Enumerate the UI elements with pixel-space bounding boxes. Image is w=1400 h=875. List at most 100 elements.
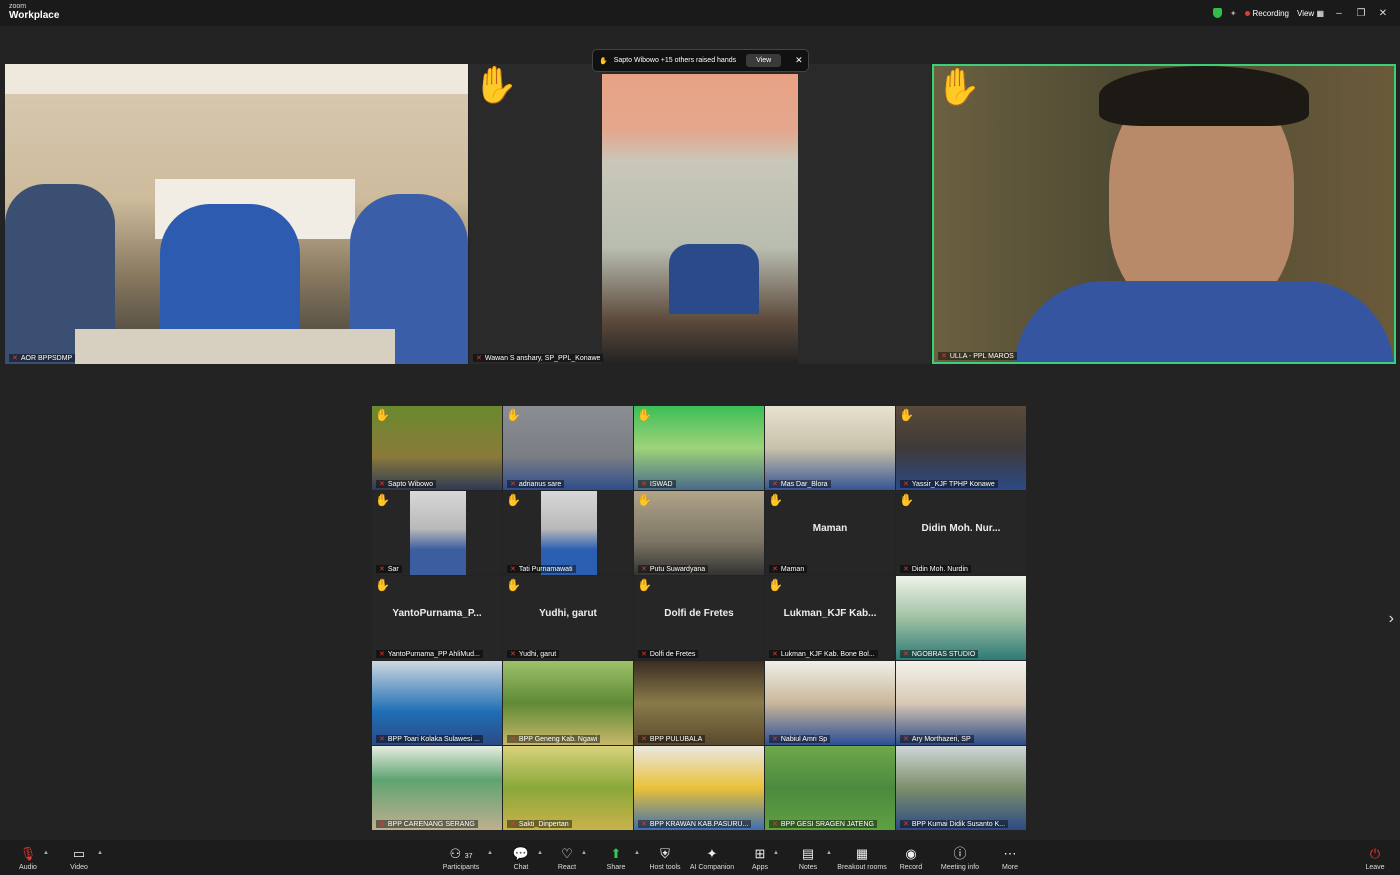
gallery-video-tile[interactable]: Yudhi, garut ✋ ✕ Yudhi, garut <box>503 576 633 660</box>
minimize-icon[interactable]: – <box>1332 8 1346 19</box>
participant-name: ✕ Nabiul Amri Sp <box>769 735 831 743</box>
participant-name-text: adrianus sare <box>518 481 562 488</box>
video-content <box>410 491 466 575</box>
gallery-video-tile[interactable]: ✕ BPP CARENANG SERANG <box>372 746 502 830</box>
gallery-video-tile[interactable]: ✋ ✕ Tati Purnamawati <box>503 491 633 575</box>
muted-mic-icon: ✕ <box>510 821 516 828</box>
gallery-video-tile[interactable]: ✋ ✕ Yassir_KJF TPHP Konawe <box>896 406 1026 490</box>
video-content <box>541 491 597 575</box>
next-page-icon[interactable]: › <box>1389 610 1394 628</box>
participant-name-text: YantoPurnama_PP AhliMud... <box>387 651 480 658</box>
muted-mic-icon: ✕ <box>476 355 482 362</box>
participant-name-text: BPP Kumai Didik Susanto K... <box>911 821 1006 828</box>
gallery-video-tile[interactable]: ✕ BPP Geneng Kab. Ngawi <box>503 661 633 745</box>
raised-hand-icon: ✋ <box>506 493 521 507</box>
encryption-shield-icon[interactable] <box>1212 8 1222 18</box>
muted-mic-icon: ✕ <box>12 355 18 362</box>
muted-mic-icon: ✕ <box>510 481 516 488</box>
brand-big: Workplace <box>9 10 60 21</box>
participant-name-text: Sar <box>387 566 399 573</box>
participant-name-text: Nabiul Amri Sp <box>780 736 828 743</box>
participant-name-text: BPP GESI SRAGEN JATENG <box>780 821 874 828</box>
gallery-video-tile[interactable]: ✕ Ary Morthazeri, SP <box>896 661 1026 745</box>
participant-name: ✕ BPP CARENANG SERANG <box>376 820 478 828</box>
video-tile[interactable]: ✕ AOR BPPSDMP <box>5 64 468 364</box>
gallery-video-tile[interactable]: ✕ BPP Kumai Didik Susanto K... <box>896 746 1026 830</box>
raised-hand-icon: ✋ <box>375 408 390 422</box>
muted-mic-icon: ✕ <box>641 481 647 488</box>
participant-name-text: BPP Toari Kolaka Sulawesi ... <box>387 736 480 743</box>
gallery-video-tile[interactable]: ✋ ✕ ISWAD <box>634 406 764 490</box>
video-tile[interactable]: ✋ ✕ Wawan S anshary, SP_PPL_Konawe <box>469 64 931 364</box>
participant-display-name: Lukman_KJF Kab... <box>783 607 877 619</box>
muted-mic-icon: ✕ <box>641 821 647 828</box>
participant-name: ✕ Tati Purnamawati <box>507 565 576 573</box>
video-content <box>1014 281 1394 362</box>
gallery-video-tile[interactable]: YantoPurnama_P... ✋ ✕ YantoPurnama_PP AhliM… <box>372 576 502 660</box>
gallery-video-tile[interactable]: Lukman_KJF Kab... ✋ ✕ Lukman_KJF Kab. Bone … <box>765 576 895 660</box>
video-options-caret[interactable]: ▲ <box>97 850 103 856</box>
participant-name-text: Putu Suwardyana <box>649 566 706 573</box>
muted-mic-icon: ✕ <box>510 736 516 743</box>
participant-name-text: BPP KRAWAN KAB.PASURU... <box>649 821 749 828</box>
muted-mic-icon: ✕ <box>772 481 778 488</box>
participant-name: ✕ Yudhi, garut <box>507 650 560 658</box>
participant-name-text: Dolfi de Fretes <box>649 651 696 658</box>
restore-icon[interactable]: ❐ <box>1354 8 1368 19</box>
gallery-video-tile[interactable]: ✕ Sakti_Dinpertan <box>503 746 633 830</box>
participant-name-text: BPP Geneng Kab. Ngawi <box>518 736 598 743</box>
gallery-video-tile[interactable]: Didin Moh. Nur... ✋ ✕ Didin Moh. Nurdin <box>896 491 1026 575</box>
notice-view-button[interactable]: View <box>746 54 782 67</box>
participant-name-text: Ary Morthazeri, SP <box>911 736 971 743</box>
muted-mic-icon: ✕ <box>903 736 909 743</box>
participant-name-text: Didin Moh. Nurdin <box>911 566 968 573</box>
brand-small: zoom <box>9 3 27 10</box>
close-window-icon[interactable]: ✕ <box>1376 8 1390 19</box>
participant-name: ✕ Dolfi de Fretes <box>638 650 699 658</box>
raised-hand-icon: ✋ <box>637 493 652 507</box>
recording-indicator[interactable]: Recording <box>1244 9 1289 18</box>
gallery-video-tile[interactable]: Maman ✋ ✕ Maman <box>765 491 895 575</box>
video-content <box>602 74 798 364</box>
close-icon[interactable]: ✕ <box>795 55 803 66</box>
participant-name: ✕ BPP Toari Kolaka Sulawesi ... <box>376 735 483 743</box>
ai-sparkle-icon[interactable]: ✦ <box>1230 9 1237 18</box>
participant-name: ✕ BPP KRAWAN KAB.PASURU... <box>638 820 752 828</box>
participant-name-text: BPP CARENANG SERANG <box>387 821 475 828</box>
view-label: View <box>1297 8 1315 18</box>
gallery-video-tile[interactable]: ✕ Nabiul Amri Sp <box>765 661 895 745</box>
participant-name-text: BPP PULUBALA <box>649 736 703 743</box>
participants-button[interactable]: ⚇ 37 Participants <box>429 846 493 871</box>
gallery-video-tile[interactable]: ✕ Mas Dar_Blora <box>765 406 895 490</box>
video-tile-active-speaker[interactable]: ✋ ✕ ULLA - PPL MAROS <box>932 64 1396 364</box>
gallery-video-tile[interactable]: ✕ NGOBRAS STUDIO <box>896 576 1026 660</box>
gallery-video-tile[interactable]: ✕ BPP Toari Kolaka Sulawesi ... <box>372 661 502 745</box>
gallery-video-tile[interactable]: ✕ BPP PULUBALA <box>634 661 764 745</box>
participants-count: 37 <box>464 853 473 860</box>
recording-dot-icon <box>1244 10 1250 16</box>
participant-name: ✕ AOR BPPSDMP <box>9 354 76 362</box>
meeting-toolbar: 🎙 Audio ▲ ▭ Video ▲ ⚇ 37 Participants ▲ 💬 Ch… <box>0 840 1400 875</box>
view-button[interactable]: View ▦ <box>1297 9 1324 18</box>
participants-icon: ⚇ 37 <box>449 846 473 861</box>
title-bar: zoom Workplace ✦ Recording View ▦ – ❐ ✕ <box>0 0 1400 26</box>
gallery-video-tile[interactable]: ✕ BPP GESI SRAGEN JATENG <box>765 746 895 830</box>
muted-mic-icon: ✕ <box>379 651 385 658</box>
gallery-video-tile[interactable]: ✋ ✕ adrianus sare <box>503 406 633 490</box>
participant-name-text: Sapto Wibowo <box>387 481 434 488</box>
muted-mic-icon: ✕ <box>510 651 516 658</box>
muted-mic-icon: ✕ <box>379 566 385 573</box>
gallery-video-tile[interactable]: ✋ ✕ Sapto Wibowo <box>372 406 502 490</box>
more-button[interactable]: ⋯ More <box>978 846 1042 871</box>
gallery-video-tile[interactable]: ✋ ✕ Sar <box>372 491 502 575</box>
raised-hand-icon: ✋ <box>506 578 521 592</box>
participant-name: ✕ BPP PULUBALA <box>638 735 706 743</box>
gallery-video-tile[interactable]: Dolfi de Fretes ✋ ✕ Dolfi de Fretes <box>634 576 764 660</box>
gallery-video-tile[interactable]: ✕ BPP KRAWAN KAB.PASURU... <box>634 746 764 830</box>
leave-button[interactable]: ⏻ Leave <box>1343 846 1400 871</box>
raised-hands-notification: ✋ Sapto Wibowo +15 others raised hands V… <box>592 49 809 72</box>
gallery-video-tile[interactable]: ✋ ✕ Putu Suwardyana <box>634 491 764 575</box>
participant-display-name: YantoPurnama_P... <box>392 607 482 619</box>
participant-name-text: Yudhi, garut <box>518 651 557 658</box>
participant-name: ✕ YantoPurnama_PP AhliMud... <box>376 650 483 658</box>
